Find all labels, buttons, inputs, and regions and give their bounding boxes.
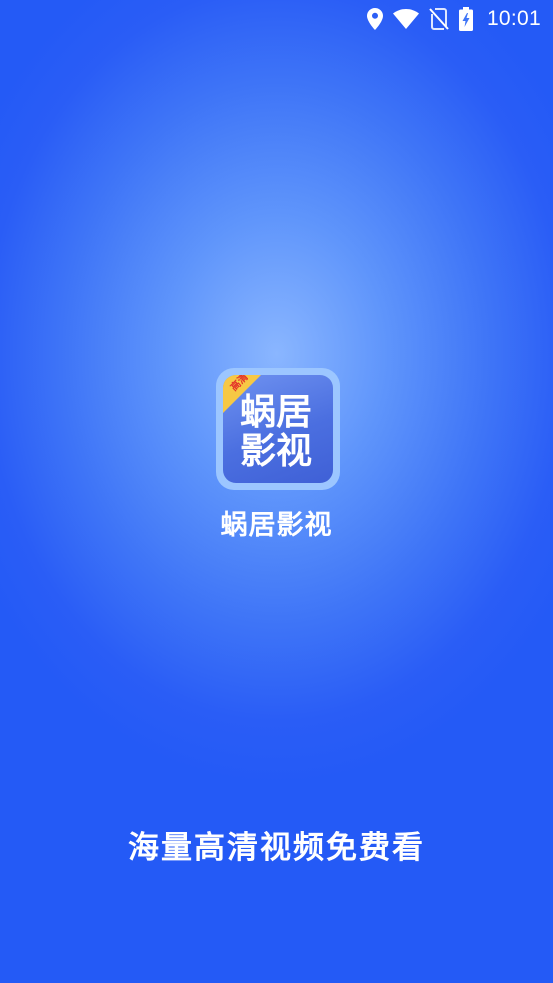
app-name: 蜗居影视 [220,510,333,541]
app-logo-tile: 高清 蜗居 影视 [223,375,333,483]
logo-text-line2: 影视 [240,431,313,472]
status-icons: 10:01 [366,6,541,32]
logo-text-line1: 蜗居 [240,392,313,433]
status-bar: 10:01 [0,0,553,38]
app-logo: 高清 蜗居 影视 [216,368,340,490]
location-icon [366,8,383,30]
status-clock: 10:01 [486,7,541,30]
wifi-icon [392,9,419,29]
no-sim-icon [429,8,449,30]
slogan: 海量高清视频免费看 [128,830,425,866]
battery-charging-icon [458,7,473,31]
